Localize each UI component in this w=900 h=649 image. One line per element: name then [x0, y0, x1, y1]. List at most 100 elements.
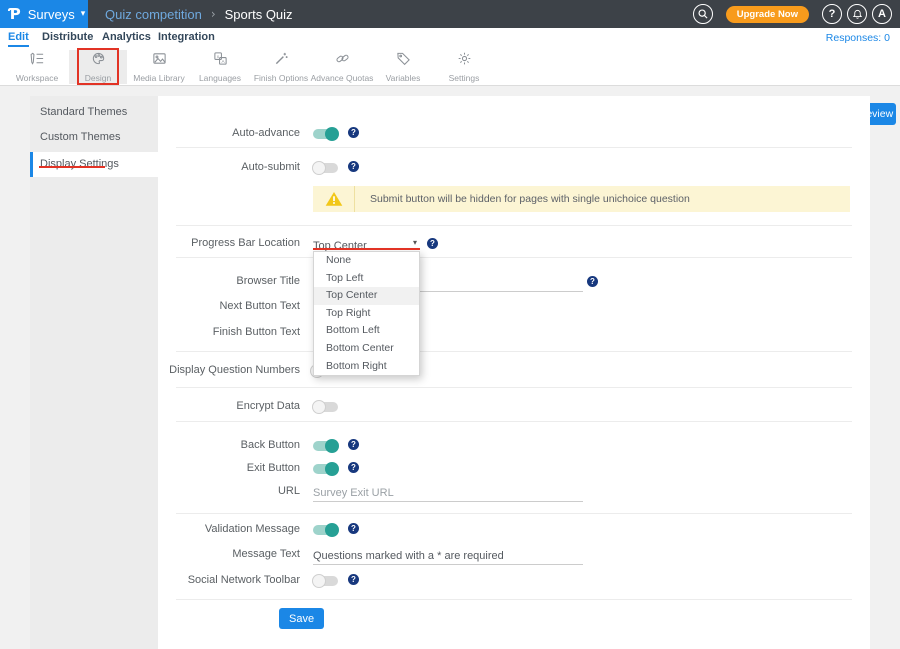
toggle-knob — [325, 462, 339, 476]
back-button-toggle[interactable] — [313, 441, 338, 451]
progress-bar-location-label: Progress Bar Location — [80, 237, 300, 249]
menu-option-top-center[interactable]: Top Center — [314, 287, 419, 305]
exit-url-input[interactable] — [313, 484, 583, 502]
toolbar-label: Workspace — [16, 73, 58, 83]
message-text-label: Message Text — [80, 548, 300, 560]
exit-url-label: URL — [80, 485, 300, 497]
toolbar-label: Variables — [386, 73, 421, 83]
surveys-menu[interactable]: Ƥ Surveys ▾ — [0, 0, 88, 28]
auto-advance-toggle[interactable] — [313, 129, 338, 139]
progress-bar-location-menu: None Top Left Top Center Top Right Botto… — [313, 251, 420, 376]
browser-title-label: Browser Title — [80, 275, 300, 287]
avatar[interactable]: A — [872, 4, 892, 24]
back-button-help-icon[interactable]: ? — [348, 439, 359, 450]
breadcrumb: Quiz competition › Sports Quiz — [105, 0, 293, 28]
toolbar-media-library-button[interactable]: Media Library — [130, 50, 188, 84]
exit-button-label: Exit Button — [80, 462, 300, 474]
toolbar-settings-button[interactable]: Settings — [435, 50, 493, 84]
validation-message-help-icon[interactable]: ? — [348, 523, 359, 534]
save-button[interactable]: Save — [279, 608, 324, 629]
social-network-toolbar-toggle[interactable] — [313, 576, 338, 586]
palette-icon — [91, 51, 106, 71]
toolbar-design-button[interactable]: Design — [69, 50, 127, 84]
menu-option-top-left[interactable]: Top Left — [314, 270, 419, 288]
social-network-toolbar-help-icon[interactable]: ? — [348, 574, 359, 585]
back-button-label: Back Button — [80, 439, 300, 451]
tab-integration[interactable]: Integration — [158, 31, 215, 43]
toolbar-label: Design — [85, 73, 111, 83]
auto-submit-warning: Submit button will be hidden for pages w… — [313, 186, 850, 212]
toolbar-finish-options-button[interactable]: Finish Options — [252, 50, 310, 84]
auto-advance-label: Auto-advance — [80, 127, 300, 139]
toggle-knob — [325, 127, 339, 141]
validation-message-label: Validation Message — [80, 523, 300, 535]
workspace-icon — [30, 51, 45, 71]
toolbar-advance-quotas-button[interactable]: Advance Quotas — [313, 50, 371, 84]
warning-triangle-icon — [313, 186, 355, 212]
auto-submit-toggle[interactable] — [313, 163, 338, 173]
header-actions: Upgrade Now ? A — [693, 0, 892, 28]
section-divider — [176, 513, 852, 514]
notifications-bell-icon[interactable] — [847, 4, 867, 24]
image-icon — [152, 51, 167, 71]
menu-option-top-right[interactable]: Top Right — [314, 305, 419, 323]
product-name: Surveys — [28, 7, 75, 22]
magic-wand-icon — [274, 51, 289, 71]
section-divider — [176, 257, 852, 258]
auto-advance-help-icon[interactable]: ? — [348, 127, 359, 138]
breadcrumb-separator-icon: › — [211, 7, 216, 21]
next-button-text-label: Next Button Text — [80, 300, 300, 312]
social-network-toolbar-label: Social Network Toolbar — [80, 574, 300, 586]
toolbar-label: Finish Options — [254, 73, 308, 83]
toggle-knob — [325, 523, 339, 537]
toolbar-label: Media Library — [133, 73, 185, 83]
translate-icon: xA — [213, 51, 228, 71]
section-divider — [176, 147, 852, 148]
responses-count[interactable]: Responses: 0 — [826, 32, 890, 44]
menu-option-bottom-center[interactable]: Bottom Center — [314, 340, 419, 358]
message-text-input[interactable] — [313, 547, 583, 565]
toggle-knob — [325, 439, 339, 453]
tab-distribute[interactable]: Distribute — [42, 31, 93, 43]
help-icon[interactable]: ? — [822, 4, 842, 24]
encrypt-data-toggle[interactable] — [313, 402, 338, 412]
exit-button-toggle[interactable] — [313, 464, 338, 474]
tab-analytics[interactable]: Analytics — [102, 31, 151, 43]
validation-message-toggle[interactable] — [313, 525, 338, 535]
menu-option-none[interactable]: None — [314, 252, 419, 270]
upgrade-button[interactable]: Upgrade Now — [726, 6, 809, 23]
chain-link-icon — [335, 51, 350, 71]
search-icon[interactable] — [693, 4, 713, 24]
gear-icon — [457, 51, 472, 71]
toolbar-label: Advance Quotas — [311, 73, 374, 83]
tab-edit[interactable]: Edit — [8, 31, 29, 47]
toolbar-label: Languages — [199, 73, 241, 83]
sidebar-item-standard-themes[interactable]: Standard Themes — [30, 100, 158, 125]
chevron-down-icon: ▾ — [413, 238, 417, 247]
section-divider — [176, 225, 852, 226]
questionpro-logo-icon: Ƥ — [9, 5, 21, 23]
breadcrumb-parent[interactable]: Quiz competition — [105, 7, 202, 22]
browser-title-help-icon[interactable]: ? — [587, 276, 598, 287]
menu-option-bottom-left[interactable]: Bottom Left — [314, 322, 419, 340]
toolbar-variables-button[interactable]: Variables — [374, 50, 432, 84]
encrypt-data-label: Encrypt Data — [80, 400, 300, 412]
section-divider — [176, 387, 852, 388]
toggle-knob — [312, 161, 326, 175]
section-divider — [176, 351, 852, 352]
toggle-knob — [312, 400, 326, 414]
display-question-numbers-label: Display Question Numbers — [80, 364, 300, 376]
section-divider — [176, 421, 852, 422]
menu-option-bottom-right[interactable]: Bottom Right — [314, 358, 419, 376]
auto-submit-label: Auto-submit — [80, 161, 300, 173]
auto-submit-help-icon[interactable]: ? — [348, 161, 359, 172]
questionpro-app: Ƥ Surveys ▾ Quiz competition › Sports Qu… — [0, 0, 900, 649]
breadcrumb-current: Sports Quiz — [225, 7, 293, 22]
exit-button-help-icon[interactable]: ? — [348, 462, 359, 473]
toolbar-label: Settings — [449, 73, 480, 83]
toolbar-languages-button[interactable]: xA Languages — [191, 50, 249, 84]
toolbar-workspace-button[interactable]: Workspace — [8, 50, 66, 84]
progress-bar-help-icon[interactable]: ? — [427, 238, 438, 249]
toggle-knob — [312, 574, 326, 588]
top-header: Ƥ Surveys ▾ Quiz competition › Sports Qu… — [0, 0, 900, 28]
